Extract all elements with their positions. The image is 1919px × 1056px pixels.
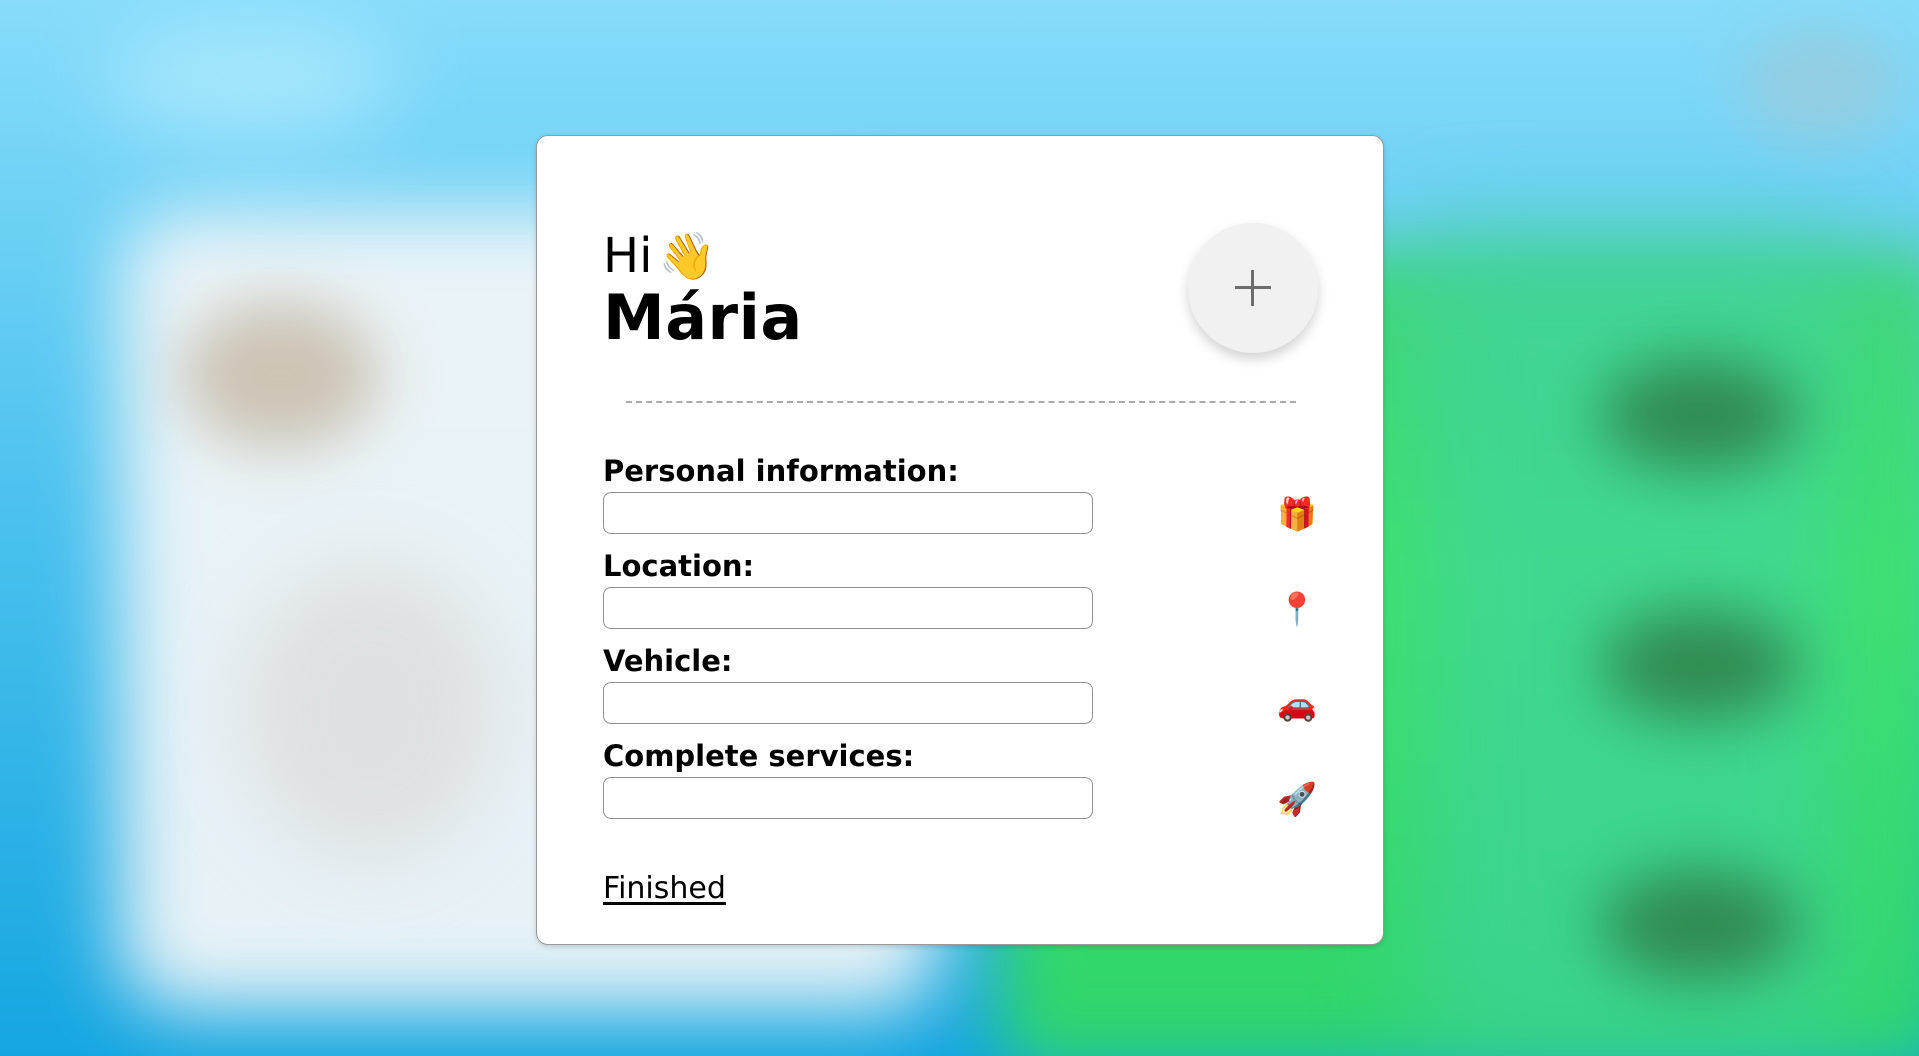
- pushpin-icon: 📍: [1277, 590, 1317, 628]
- waving-hand-icon: 👋: [658, 229, 716, 283]
- rocket-icon: 🚀: [1277, 780, 1317, 818]
- finished-link[interactable]: Finished: [603, 871, 726, 906]
- complete-services-input[interactable]: [603, 777, 1093, 819]
- personal-information-input[interactable]: [603, 492, 1093, 534]
- background-blur-shape: [1740, 30, 1900, 140]
- greeting-line: Hi 👋: [603, 228, 803, 284]
- background-blur-shape: [100, 20, 400, 140]
- gift-icon: 🎁: [1277, 495, 1317, 533]
- background-blur-shape: [1600, 870, 1800, 980]
- greeting: Hi 👋 Mária: [603, 228, 803, 352]
- car-icon: 🚗: [1277, 685, 1317, 723]
- background-blur-shape: [1600, 360, 1800, 470]
- location-label: Location:: [603, 549, 755, 583]
- add-button[interactable]: [1188, 223, 1318, 353]
- greeting-hi: Hi: [603, 228, 653, 284]
- dashed-divider: [626, 401, 1296, 403]
- background-blur-shape: [1600, 610, 1800, 720]
- vehicle-input[interactable]: [603, 682, 1093, 724]
- vehicle-label: Vehicle:: [603, 644, 733, 678]
- personal-information-label: Personal information:: [603, 454, 959, 488]
- complete-services-label: Complete services:: [603, 739, 915, 773]
- location-input[interactable]: [603, 587, 1093, 629]
- background-blur-shape: [180, 300, 380, 450]
- background-blur-shape: [240, 560, 500, 860]
- plus-icon: [1235, 270, 1271, 306]
- user-name: Mária: [603, 281, 803, 354]
- profile-card: Hi 👋 Mária Personal information: 🎁 Locat…: [536, 135, 1384, 945]
